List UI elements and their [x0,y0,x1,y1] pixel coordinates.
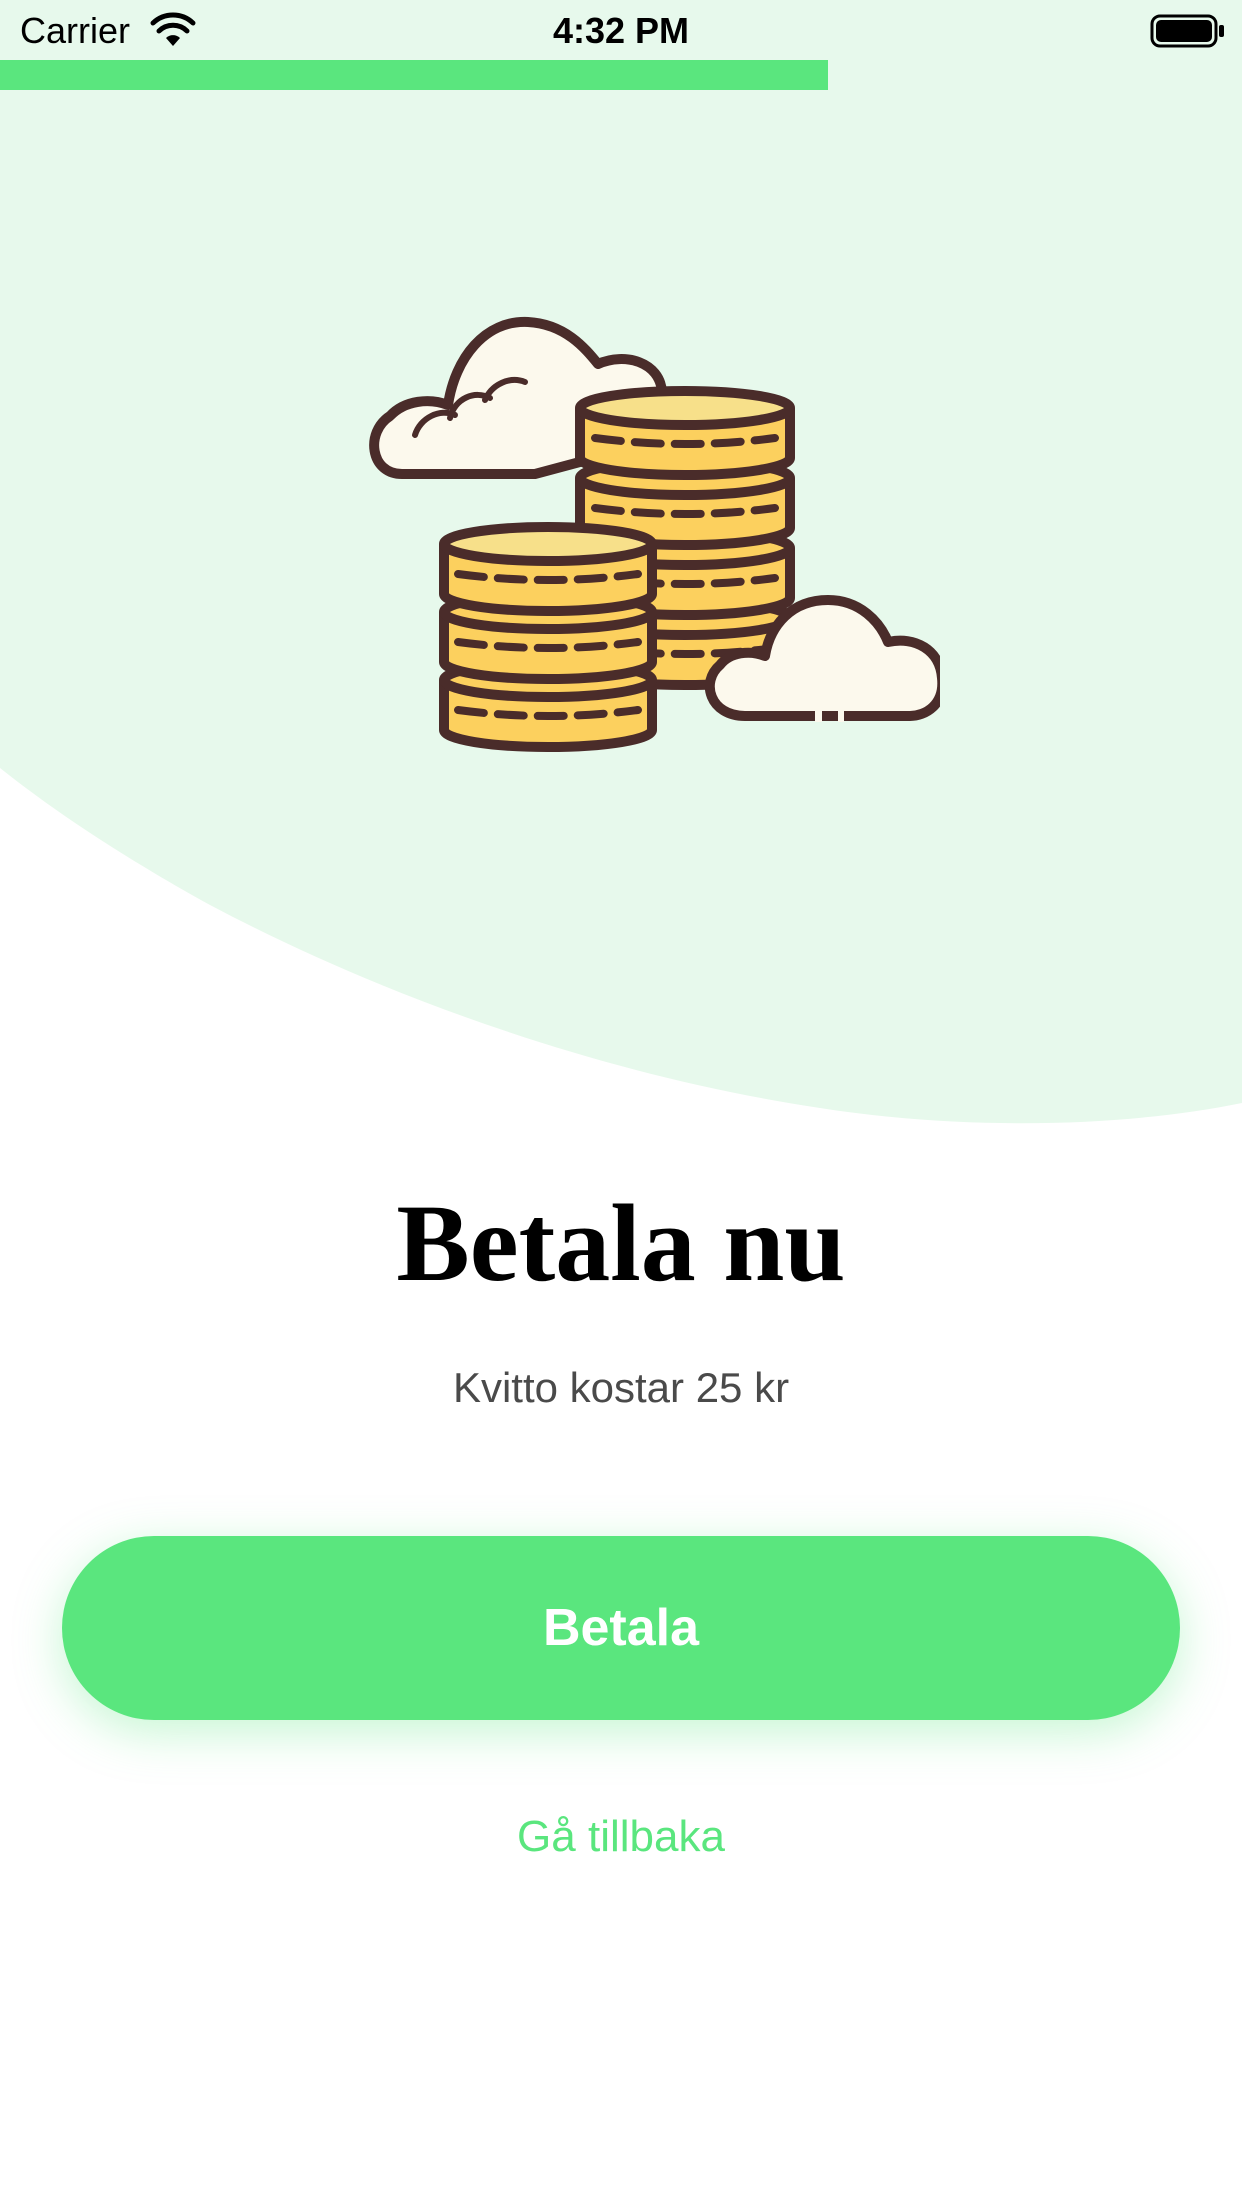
battery-icon [1150,14,1224,48]
coins-with-clouds-icon [369,316,940,752]
progress-bar [0,60,1242,90]
progress-bar-fill [0,60,829,90]
status-time: 4:32 PM [552,10,690,51]
go-back-link[interactable]: Gå tillbaka [0,1812,1242,1862]
status-bar: Carrier 4:32 PM [0,0,1242,60]
pay-button-label: Betala [542,1599,700,1657]
price-description: Kvitto kostar 25 kr [452,1364,790,1411]
page-title: Betala nu [396,1182,846,1304]
pay-button[interactable]: Betala [62,1536,1180,1720]
